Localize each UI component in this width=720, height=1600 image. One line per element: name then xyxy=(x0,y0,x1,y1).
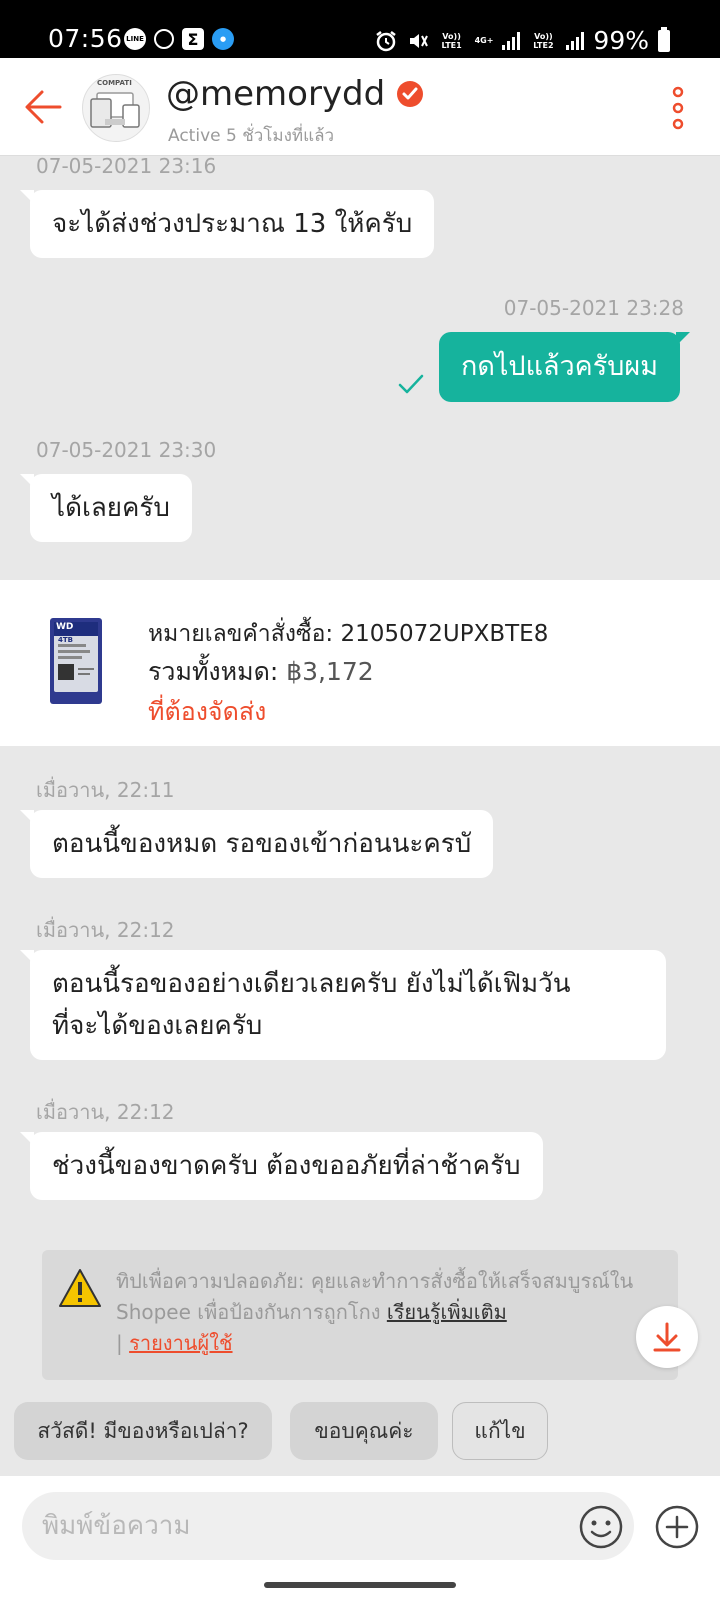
status-bar: 07:56 LINE Σ ● Vo)) LTE1 4G+ Vo)) LTE2 9… xyxy=(0,0,720,58)
avatar-text: COMPATI xyxy=(97,79,132,87)
thumb-capacity: 4TB xyxy=(58,636,73,644)
message-input[interactable] xyxy=(22,1492,634,1560)
signal-icon xyxy=(502,31,521,50)
sim2-label: Vo)) LTE2 xyxy=(533,31,554,50)
emoji-icon[interactable] xyxy=(578,1504,624,1550)
safety-tip-text: ทิปเพื่อความปลอดภัย: คุยและทำการสั่งซื้อ… xyxy=(116,1266,656,1359)
order-total: รวมทั้งหมด: ฿3,172 xyxy=(148,652,374,692)
verified-badge-icon xyxy=(397,81,423,107)
network-label: 4G+ xyxy=(474,36,494,45)
back-arrow-icon[interactable] xyxy=(22,86,64,128)
order-total-label: รวมทั้งหมด: xyxy=(148,657,279,686)
learn-more-link[interactable]: เรียนรู้เพิ่มเติม xyxy=(387,1300,507,1324)
message-timestamp: เมื่อวาน, 22:12 xyxy=(36,918,175,942)
sent-check-icon xyxy=(398,374,424,394)
edit-quick-replies-button[interactable]: แก้ไข xyxy=(452,1402,548,1460)
message-timestamp: 07-05-2021 23:16 xyxy=(36,154,217,178)
alarm-icon xyxy=(375,30,396,51)
battery-text: 99% xyxy=(593,26,649,55)
location-icon xyxy=(154,29,174,49)
message-line: ที่จะได้ของเลยครับ xyxy=(52,1011,263,1041)
message-timestamp: เมื่อวาน, 22:12 xyxy=(36,1100,175,1124)
thumb-brand: WD xyxy=(56,622,74,632)
message-timestamp: 07-05-2021 23:28 xyxy=(503,296,684,320)
order-number: หมายเลขคำสั่งซื้อ: 2105072UPXBTE8 xyxy=(148,621,549,647)
status-time: 07:56 xyxy=(48,24,123,53)
message-timestamp: เมื่อวาน, 22:11 xyxy=(36,778,175,802)
home-indicator xyxy=(264,1582,456,1588)
incoming-message[interactable]: ตอนนี้รอของอย่างเดียวเลยครับ ยังไม่ได้เฟ… xyxy=(20,950,666,1060)
app-icon: ● xyxy=(212,28,234,50)
quick-reply-button[interactable]: ขอบคุณค่ะ xyxy=(290,1402,438,1460)
incoming-message[interactable]: ได้เลยครับ xyxy=(20,474,192,542)
tip-separator: | xyxy=(116,1331,123,1355)
status-left-icons: LINE Σ ● xyxy=(124,28,234,50)
more-options-icon[interactable] xyxy=(664,86,692,130)
mute-icon xyxy=(409,33,428,48)
shop-name[interactable]: @memorydd xyxy=(166,74,385,114)
incoming-message[interactable]: ช่วงนี้ของขาดครับ ต้องขออภัยที่ล่าช้าครั… xyxy=(20,1132,543,1200)
line-icon: LINE xyxy=(124,28,146,50)
product-thumbnail[interactable]: WD 4TB xyxy=(48,610,128,710)
report-user-link[interactable]: รายงานผู้ใช้ xyxy=(129,1331,232,1355)
avatar[interactable]: COMPATI xyxy=(82,74,150,142)
status-right-icons: Vo)) LTE1 4G+ Vo)) LTE2 99% xyxy=(374,26,670,55)
incoming-message[interactable]: จะได้ส่งช่วงประมาณ 13 ให้ครับ xyxy=(19,190,435,258)
add-icon[interactable] xyxy=(654,1504,700,1550)
battery-icon xyxy=(658,26,670,52)
order-status: ที่ต้องจัดส่ง xyxy=(148,697,267,726)
signal-icon-2 xyxy=(566,31,585,50)
sigma-icon: Σ xyxy=(182,28,204,50)
message-line: ตอนนี้รอของอย่างเดียวเลยครับ ยังไม่ได้เฟ… xyxy=(52,969,571,999)
quick-reply-button[interactable]: สวัสดี! มีของหรือเปล่า? xyxy=(14,1402,272,1460)
sim1-label: Vo)) LTE1 xyxy=(441,31,462,50)
chat-header: COMPATI @memorydd Active 5 ชั่วโมงที่แล้… xyxy=(0,58,720,156)
scroll-to-bottom-button[interactable] xyxy=(636,1306,698,1368)
safety-tip-message: ทิปเพื่อความปลอดภัย: คุยและทำการสั่งซื้อ… xyxy=(116,1269,634,1324)
outgoing-message[interactable]: กดไปแล้วครับผม xyxy=(438,332,691,402)
active-status: Active 5 ชั่วโมงที่แล้ว xyxy=(168,126,335,146)
download-arrow-icon xyxy=(653,1322,681,1352)
message-timestamp: 07-05-2021 23:30 xyxy=(36,438,217,462)
order-card[interactable]: WD 4TB หมายเลขคำสั่งซื้อ: 2105072UPXBTE8… xyxy=(0,580,720,746)
order-total-amount: ฿3,172 xyxy=(286,657,374,686)
incoming-message[interactable]: ตอนนี้ของหมด รอของเข้าก่อนนะครบั xyxy=(19,810,494,878)
safety-tip: ทิปเพื่อความปลอดภัย: คุยและทำการสั่งซื้อ… xyxy=(42,1250,678,1380)
warning-icon xyxy=(59,1269,101,1307)
